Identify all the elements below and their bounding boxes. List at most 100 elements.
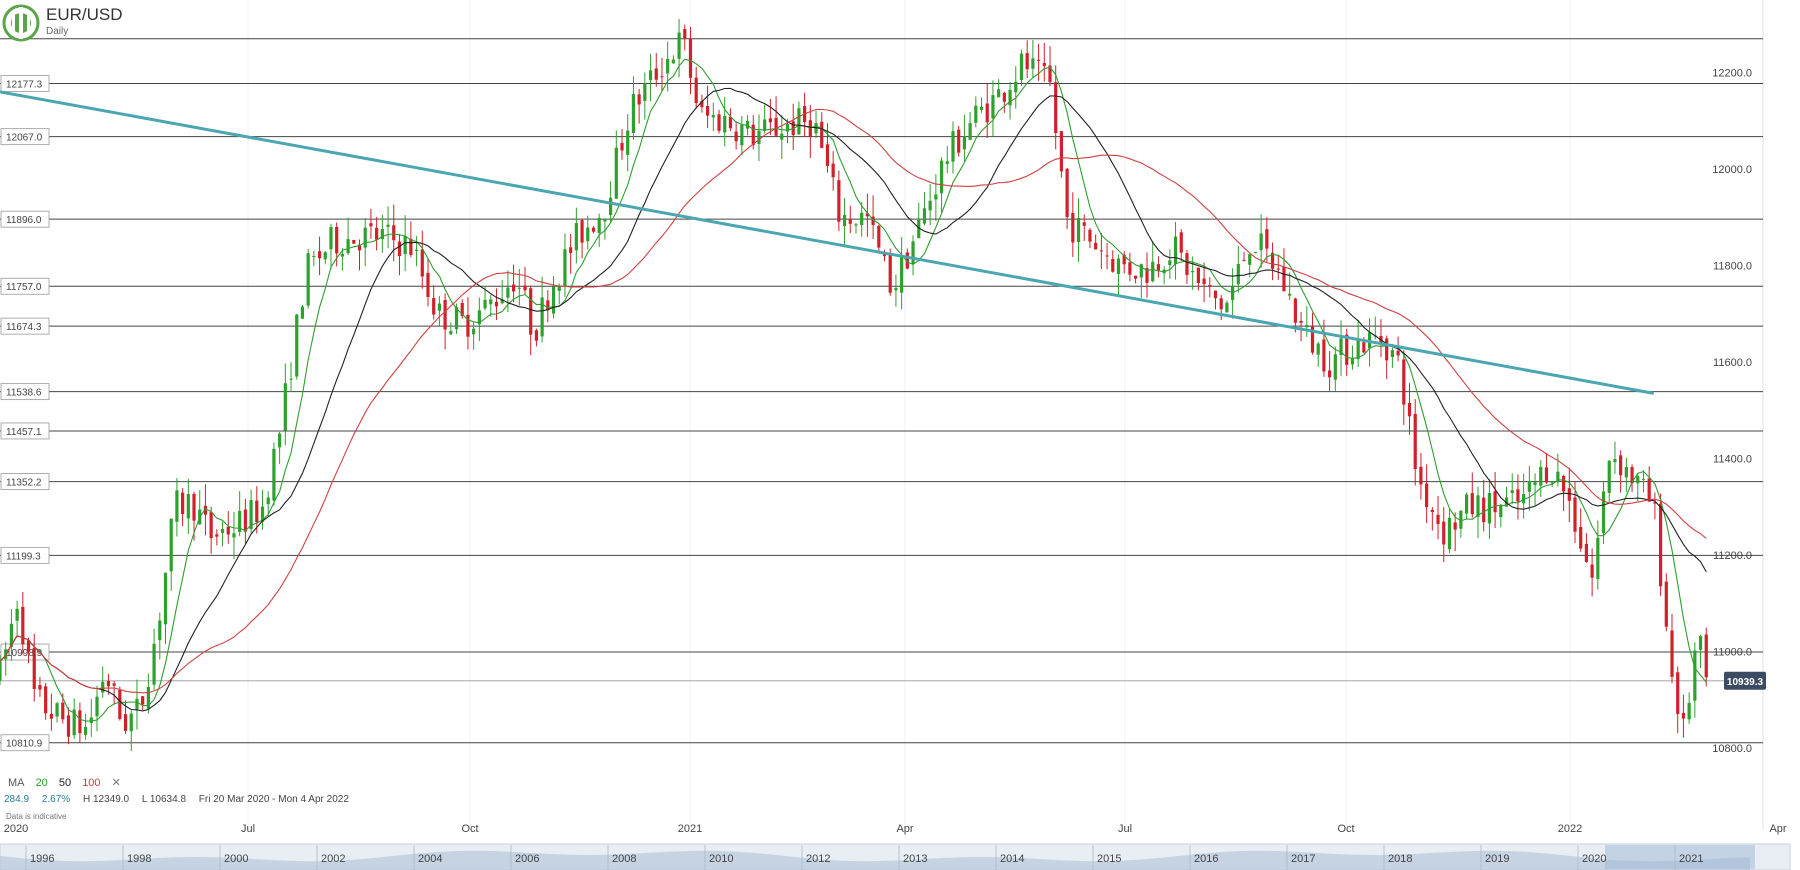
candle-body[interactable] <box>209 512 213 538</box>
candle-body[interactable] <box>1567 488 1571 501</box>
candle-body[interactable] <box>626 130 630 155</box>
candle-body[interactable] <box>997 89 1001 98</box>
candle-body[interactable] <box>1014 81 1018 93</box>
candle-body[interactable] <box>1071 212 1075 243</box>
candle-body[interactable] <box>717 114 721 131</box>
candle-body[interactable] <box>677 32 681 59</box>
candle-body[interactable] <box>123 714 128 731</box>
candle-body[interactable] <box>1561 475 1566 492</box>
candle-body[interactable] <box>797 108 801 135</box>
candle-body[interactable] <box>614 147 618 199</box>
candle-body[interactable] <box>842 214 847 227</box>
candle-body[interactable] <box>175 490 179 522</box>
candle-body[interactable] <box>61 702 65 720</box>
candle-body[interactable] <box>1333 354 1337 380</box>
candle-body[interactable] <box>49 713 53 719</box>
candle-body[interactable] <box>1208 285 1212 287</box>
candle-body[interactable] <box>1510 490 1514 493</box>
candle-body[interactable] <box>186 493 190 519</box>
candle-body[interactable] <box>443 299 447 330</box>
candle-body[interactable] <box>534 330 539 341</box>
candle-body[interactable] <box>1196 267 1200 283</box>
candle-body[interactable] <box>409 238 413 255</box>
candle-body[interactable] <box>1345 334 1349 365</box>
candle-body[interactable] <box>449 331 453 335</box>
candle-body[interactable] <box>1482 497 1486 523</box>
candle-body[interactable] <box>1128 262 1132 275</box>
candle-body[interactable] <box>1191 271 1195 273</box>
candle-body[interactable] <box>1527 481 1531 492</box>
candle-body[interactable] <box>152 643 156 685</box>
candle-body[interactable] <box>112 683 116 686</box>
candle-body[interactable] <box>1676 672 1680 714</box>
candle-body[interactable] <box>1533 482 1537 486</box>
candle-body[interactable] <box>1036 59 1041 61</box>
candle-body[interactable] <box>1698 636 1703 650</box>
candle-body[interactable] <box>620 142 624 151</box>
candle-body[interactable] <box>1407 403 1412 417</box>
candle-body[interactable] <box>1573 497 1577 532</box>
candle-body[interactable] <box>1681 712 1686 719</box>
candle-body[interactable] <box>1419 466 1423 485</box>
candle-body[interactable] <box>317 251 322 259</box>
candle-body[interactable] <box>1425 483 1429 508</box>
candle-body[interactable] <box>1544 467 1549 483</box>
candle-body[interactable] <box>1601 491 1606 534</box>
candle-body[interactable] <box>1219 298 1223 310</box>
candle-body[interactable] <box>1156 264 1161 271</box>
candle-body[interactable] <box>1185 253 1189 276</box>
candle-body[interactable] <box>888 254 892 293</box>
candle-body[interactable] <box>671 59 675 64</box>
candle-body[interactable] <box>820 121 824 148</box>
candle-body[interactable] <box>957 129 961 153</box>
candle-body[interactable] <box>945 161 949 164</box>
candle-body[interactable] <box>346 239 350 254</box>
candle-body[interactable] <box>706 105 710 116</box>
candle-body[interactable] <box>654 68 658 80</box>
candle-body[interactable] <box>1402 359 1406 405</box>
candle-body[interactable] <box>0 661 2 681</box>
candle-body[interactable] <box>1350 358 1355 365</box>
candle-body[interactable] <box>768 118 772 123</box>
candle-body[interactable] <box>1596 537 1600 579</box>
candle-body[interactable] <box>300 306 305 319</box>
candle-body[interactable] <box>1579 526 1583 549</box>
candle-body[interactable] <box>780 133 784 140</box>
candle-body[interactable] <box>278 433 282 448</box>
candle-body[interactable] <box>648 70 653 81</box>
candle-body[interactable] <box>660 76 664 78</box>
candle-body[interactable] <box>854 224 858 226</box>
candle-body[interactable] <box>494 301 499 307</box>
candle-body[interactable] <box>1002 92 1006 102</box>
candle-body[interactable] <box>506 287 510 298</box>
candle-body[interactable] <box>340 253 344 257</box>
candle-body[interactable] <box>352 239 356 244</box>
candle-body[interactable] <box>1619 455 1623 476</box>
candle-body[interactable] <box>934 194 938 200</box>
candle-body[interactable] <box>1413 414 1417 470</box>
candle-body[interactable] <box>1385 338 1389 361</box>
candle-body[interactable] <box>900 256 904 293</box>
candle-body[interactable] <box>1094 242 1098 250</box>
candle-body[interactable] <box>169 518 173 572</box>
candle-body[interactable] <box>757 130 761 145</box>
candle-body[interactable] <box>894 287 898 291</box>
candle-body[interactable] <box>1031 58 1035 69</box>
candle-body[interactable] <box>603 218 607 222</box>
candle-body[interactable] <box>192 493 196 521</box>
candle-body[interactable] <box>1276 268 1280 270</box>
candle-body[interactable] <box>1151 261 1155 282</box>
candle-body[interactable] <box>1282 266 1286 292</box>
candle-body[interactable] <box>220 529 225 533</box>
candle-body[interactable] <box>580 220 584 243</box>
candle-body[interactable] <box>569 247 573 253</box>
candle-body[interactable] <box>21 606 25 645</box>
candle-body[interactable] <box>1624 467 1628 478</box>
candle-body[interactable] <box>968 123 972 140</box>
candle-body[interactable] <box>472 328 476 335</box>
candle-body[interactable] <box>106 681 111 687</box>
candle-body[interactable] <box>489 299 493 305</box>
candle-body[interactable] <box>55 703 59 717</box>
candle-body[interactable] <box>243 509 247 532</box>
candle-body[interactable] <box>1305 325 1309 328</box>
